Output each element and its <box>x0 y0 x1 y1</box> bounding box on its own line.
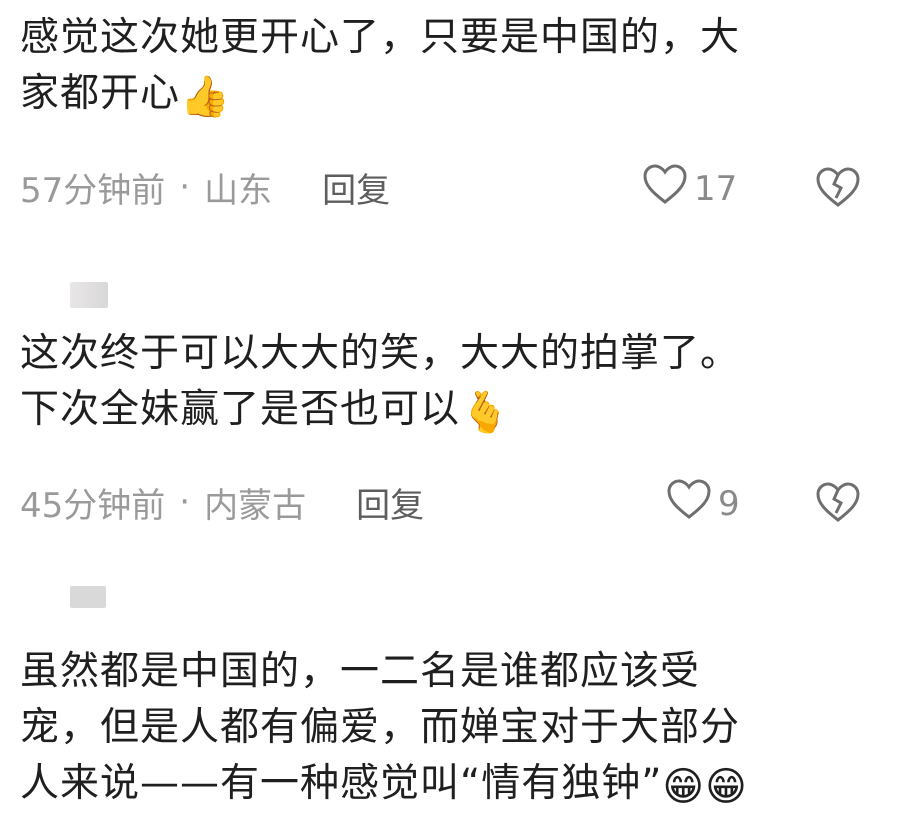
comment-text-line: 虽然都是中国的，一二名是谁都应该受 <box>20 649 701 694</box>
comment-text: 虽然都是中国的，一二名是谁都应该受 宠，但是人都有偏爱，而婵宝对于大部分 人来说… <box>20 644 891 812</box>
reply-button[interactable]: 回复 <box>356 478 424 527</box>
comment-text-line: 感觉这次她更开心了，只要是中国的，大 <box>20 15 741 60</box>
comment-text-line: 这次终于可以大大的笑，大大的拍掌了。 <box>20 331 741 376</box>
dislike-button[interactable] <box>815 166 861 212</box>
comment-text-line: 人来说——有一种感觉叫“情有独钟” <box>20 761 663 806</box>
comment-time: 57分钟前 <box>20 170 166 211</box>
avatar[interactable] <box>70 282 108 308</box>
comment-meta: 57分钟前 · 山东 回复 <box>20 163 891 211</box>
comment-1: 感觉这次她更开心了，只要是中国的，大 家都开心👍 57分钟前 · 山东 回复 1… <box>20 10 891 211</box>
broken-heart-icon <box>815 167 861 212</box>
grin-emoji: 😁😁 <box>662 764 748 810</box>
like-count: 17 <box>694 168 738 209</box>
comment-time: 45分钟前 <box>20 485 166 526</box>
meta-separator: · <box>179 167 191 207</box>
like-button[interactable]: 9 <box>666 478 740 529</box>
comment-2: 这次终于可以大大的笑，大大的拍掌了。 下次全妹赢了是否也可以🫰 45分钟前 · … <box>20 326 891 526</box>
finger-heart-emoji: 🫰 <box>460 390 511 436</box>
dislike-button[interactable] <box>815 481 861 527</box>
comment-text-line: 下次全妹赢了是否也可以 <box>20 387 461 432</box>
comment-3: 虽然都是中国的，一二名是谁都应该受 宠，但是人都有偏爱，而婵宝对于大部分 人来说… <box>20 644 891 812</box>
heart-outline-icon <box>642 163 694 214</box>
heart-outline-icon <box>666 478 718 529</box>
like-button[interactable]: 17 <box>642 163 737 214</box>
comment-meta: 45分钟前 · 内蒙古 回复 <box>20 478 891 526</box>
meta-separator: · <box>179 482 191 522</box>
avatar[interactable] <box>70 586 106 608</box>
broken-heart-icon <box>815 482 861 527</box>
comment-location: 内蒙古 <box>204 485 307 526</box>
comment-location: 山东 <box>204 170 273 211</box>
comment-text: 感觉这次她更开心了，只要是中国的，大 家都开心👍 <box>20 10 891 122</box>
comment-text-line: 家都开心 <box>20 71 181 116</box>
like-count: 9 <box>718 483 740 524</box>
comment-text-line: 宠，但是人都有偏爱，而婵宝对于大部分 <box>20 705 741 750</box>
comment-text: 这次终于可以大大的笑，大大的拍掌了。 下次全妹赢了是否也可以🫰 <box>20 326 891 438</box>
reply-button[interactable]: 回复 <box>322 163 390 212</box>
thumbs-up-emoji: 👍 <box>180 74 231 120</box>
